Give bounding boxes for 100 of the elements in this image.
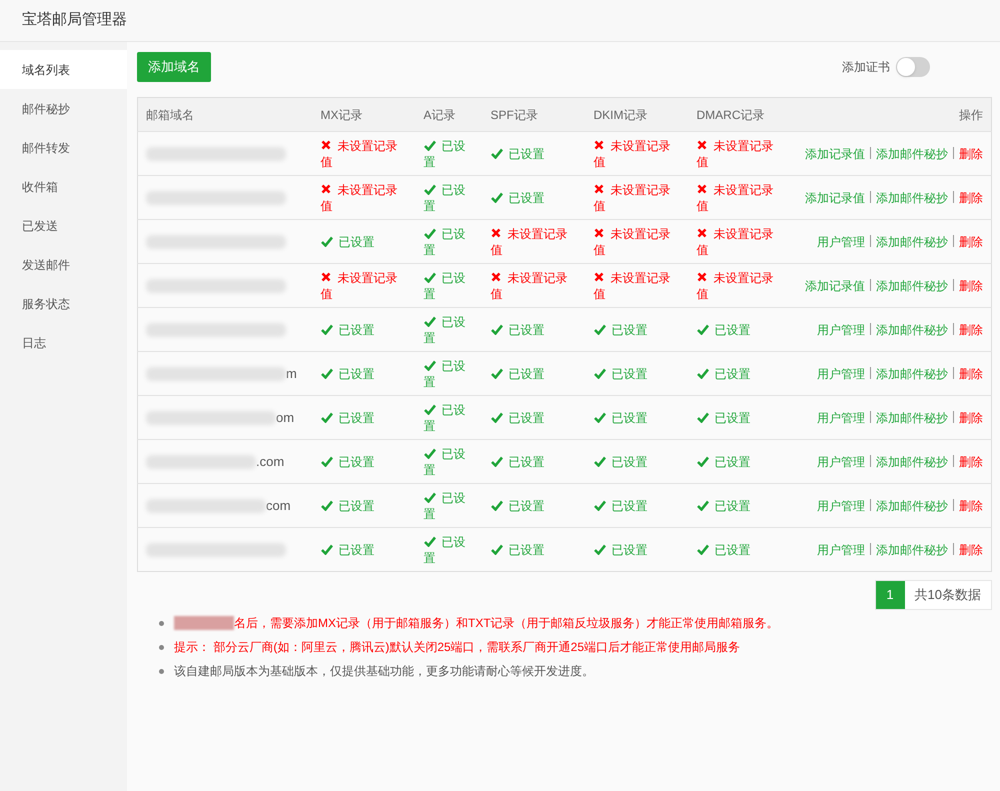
action-link[interactable]: 添加邮件秘抄 <box>876 498 948 512</box>
action-link[interactable]: 删除 <box>959 454 983 468</box>
record-status: 已设置 <box>696 366 750 380</box>
action-link[interactable]: 添加记录值 <box>805 278 865 292</box>
cross-icon <box>696 272 706 282</box>
action-link[interactable]: 添加邮件秘抄 <box>876 190 948 204</box>
record-status: 已设置 <box>424 226 466 256</box>
action-link[interactable]: 添加记录值 <box>805 190 865 204</box>
action-link[interactable]: 删除 <box>959 322 983 336</box>
record-status: 已设置 <box>320 234 374 248</box>
action-link[interactable]: 用户管理 <box>817 366 865 380</box>
record-status: 未设置记录值 <box>696 182 774 212</box>
action-link[interactable]: 添加邮件秘抄 <box>876 278 948 292</box>
record-status: 已设置 <box>696 542 750 556</box>
check-icon <box>320 412 332 422</box>
sidebar-item[interactable]: 邮件转发 <box>0 128 127 167</box>
page-button[interactable]: 1 <box>876 581 905 609</box>
cross-icon <box>320 184 330 194</box>
record-status: 已设置 <box>320 366 374 380</box>
record-status: 未设置记录值 <box>320 182 398 212</box>
action-link[interactable]: 用户管理 <box>817 498 865 512</box>
domain-text: om <box>276 408 294 427</box>
check-icon <box>424 536 436 546</box>
column-header: 操作 <box>790 98 992 132</box>
record-status: 未设置记录值 <box>320 138 398 168</box>
check-icon <box>594 456 606 466</box>
check-icon <box>424 404 436 414</box>
record-status: 已设置 <box>320 410 374 424</box>
check-icon <box>490 544 502 554</box>
add-domain-button[interactable]: 添加域名 <box>137 52 211 82</box>
record-status: 已设置 <box>490 366 544 380</box>
action-link[interactable]: 删除 <box>959 542 983 556</box>
action-link[interactable]: 删除 <box>959 146 983 160</box>
note-text: 该自建邮局版本为基础版本，仅提供基础功能，更多功能请耐心等候开发进度。 <box>174 663 594 680</box>
check-icon <box>320 544 332 554</box>
cross-icon <box>594 140 604 150</box>
record-status: 已设置 <box>424 138 466 168</box>
record-status: 已设置 <box>594 366 648 380</box>
cross-icon <box>594 184 604 194</box>
record-status: 未设置记录值 <box>594 226 670 256</box>
action-link[interactable]: 用户管理 <box>817 410 865 424</box>
domain-text: m <box>286 364 297 383</box>
sidebar-item[interactable]: 服务状态 <box>0 284 127 323</box>
record-status: 已设置 <box>490 410 544 424</box>
cross-icon <box>490 228 500 238</box>
check-icon <box>424 492 436 502</box>
column-header: 邮箱域名 <box>138 98 312 132</box>
check-icon <box>490 368 502 378</box>
action-link[interactable]: 添加邮件秘抄 <box>876 410 948 424</box>
cross-icon <box>594 228 604 238</box>
cross-icon <box>696 184 706 194</box>
action-link[interactable]: 添加邮件秘抄 <box>876 454 948 468</box>
bullet-icon <box>159 620 164 626</box>
action-link[interactable]: 添加记录值 <box>805 146 865 160</box>
sidebar-item[interactable]: 日志 <box>0 323 127 362</box>
check-icon <box>594 324 606 334</box>
action-link[interactable]: 删除 <box>959 234 983 248</box>
record-status: 已设置 <box>424 314 466 344</box>
check-icon <box>320 456 332 466</box>
column-header: MX记录 <box>312 98 416 132</box>
record-status: 未设置记录值 <box>594 270 670 300</box>
sidebar-item[interactable]: 邮件秘抄 <box>0 89 127 128</box>
action-link[interactable]: 用户管理 <box>817 454 865 468</box>
action-link[interactable]: 删除 <box>959 366 983 380</box>
check-icon <box>696 456 708 466</box>
action-link[interactable]: 删除 <box>959 410 983 424</box>
check-icon <box>696 324 708 334</box>
record-status: 已设置 <box>320 542 374 556</box>
record-status: 已设置 <box>424 446 466 476</box>
action-link[interactable]: 用户管理 <box>817 542 865 556</box>
sidebar-item[interactable]: 收件箱 <box>0 167 127 206</box>
check-icon <box>490 192 502 202</box>
check-icon <box>424 316 436 326</box>
toggle-label: 添加证书 <box>842 59 890 76</box>
action-link[interactable]: 添加邮件秘抄 <box>876 322 948 336</box>
sidebar-item[interactable]: 已发送 <box>0 206 127 245</box>
record-status: 已设置 <box>424 534 466 564</box>
check-icon <box>490 412 502 422</box>
action-link[interactable]: 添加邮件秘抄 <box>876 234 948 248</box>
action-link[interactable]: 添加邮件秘抄 <box>876 542 948 556</box>
record-status: 已设置 <box>490 454 544 468</box>
record-status: 未设置记录值 <box>696 138 774 168</box>
column-header: A记录 <box>416 98 482 132</box>
check-icon <box>594 544 606 554</box>
record-status: 已设置 <box>490 190 544 204</box>
certificate-toggle[interactable] <box>896 57 930 77</box>
action-link[interactable]: 添加邮件秘抄 <box>876 146 948 160</box>
check-icon <box>490 148 502 158</box>
record-status: 已设置 <box>490 542 544 556</box>
check-icon <box>696 500 708 510</box>
action-link[interactable]: 删除 <box>959 190 983 204</box>
action-link[interactable]: 删除 <box>959 498 983 512</box>
cross-icon <box>594 272 604 282</box>
action-link[interactable]: 用户管理 <box>817 234 865 248</box>
action-link[interactable]: 删除 <box>959 278 983 292</box>
action-link[interactable]: 用户管理 <box>817 322 865 336</box>
sidebar-item[interactable]: 域名列表 <box>0 50 127 89</box>
action-link[interactable]: 添加邮件秘抄 <box>876 366 948 380</box>
record-status: 未设置记录值 <box>490 270 568 300</box>
sidebar-item[interactable]: 发送邮件 <box>0 245 127 284</box>
